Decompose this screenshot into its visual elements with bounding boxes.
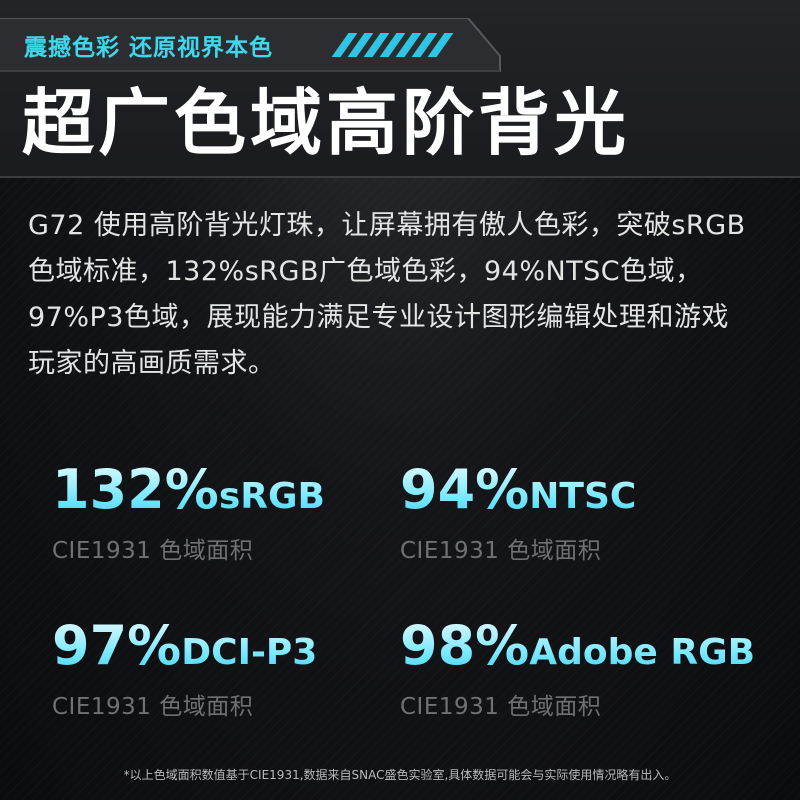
decorative-stripes — [331, 33, 454, 57]
stat-unit: sRGB — [218, 476, 325, 517]
footnote: *以上色域面积数值基于CIE1931,数据来自SNAC盛色实验室,具体数据可能会… — [123, 768, 677, 782]
stat-srgb: 132%sRGB CIE1931 色域面积 — [52, 460, 325, 565]
stat-value: 97%DCI-P3 — [52, 616, 317, 683]
description-paragraph: G72 使用高阶背光灯珠，让屏幕拥有傲人色彩，突破sRGB色域标准，132%sR… — [28, 210, 746, 379]
stat-value: 132%sRGB — [52, 460, 325, 527]
stat-ntsc: 94%NTSC CIE1931 色域面积 — [400, 460, 636, 565]
stat-value: 98%Adobe RGB — [400, 616, 755, 683]
stat-number: 98% — [400, 614, 530, 677]
stat-caption: CIE1931 色域面积 — [52, 694, 254, 720]
stat-caption: CIE1931 色域面积 — [400, 538, 602, 564]
stat-unit: Adobe RGB — [529, 632, 756, 673]
page-title: 超广色域高阶背光 — [22, 81, 631, 165]
stat-number: 132% — [52, 458, 219, 521]
stat-dci-p3: 97%DCI-P3 CIE1931 色域面积 — [52, 616, 317, 721]
stat-caption: CIE1931 色域面积 — [52, 538, 254, 564]
stat-unit: NTSC — [529, 476, 637, 517]
stat-adobe-rgb: 98%Adobe RGB CIE1931 色域面积 — [400, 616, 755, 721]
promo-page: 震撼色彩 还原视界本色 超广色域高阶背光 G72 使用高阶背光灯珠，让屏幕拥有傲… — [0, 0, 800, 800]
stat-value: 94%NTSC — [400, 460, 636, 527]
tagline: 震撼色彩 还原视界本色 — [24, 35, 274, 61]
stat-number: 97% — [52, 614, 182, 677]
stat-caption: CIE1931 色域面积 — [400, 694, 602, 720]
stat-number: 94% — [400, 458, 530, 521]
stat-unit: DCI-P3 — [181, 632, 318, 673]
